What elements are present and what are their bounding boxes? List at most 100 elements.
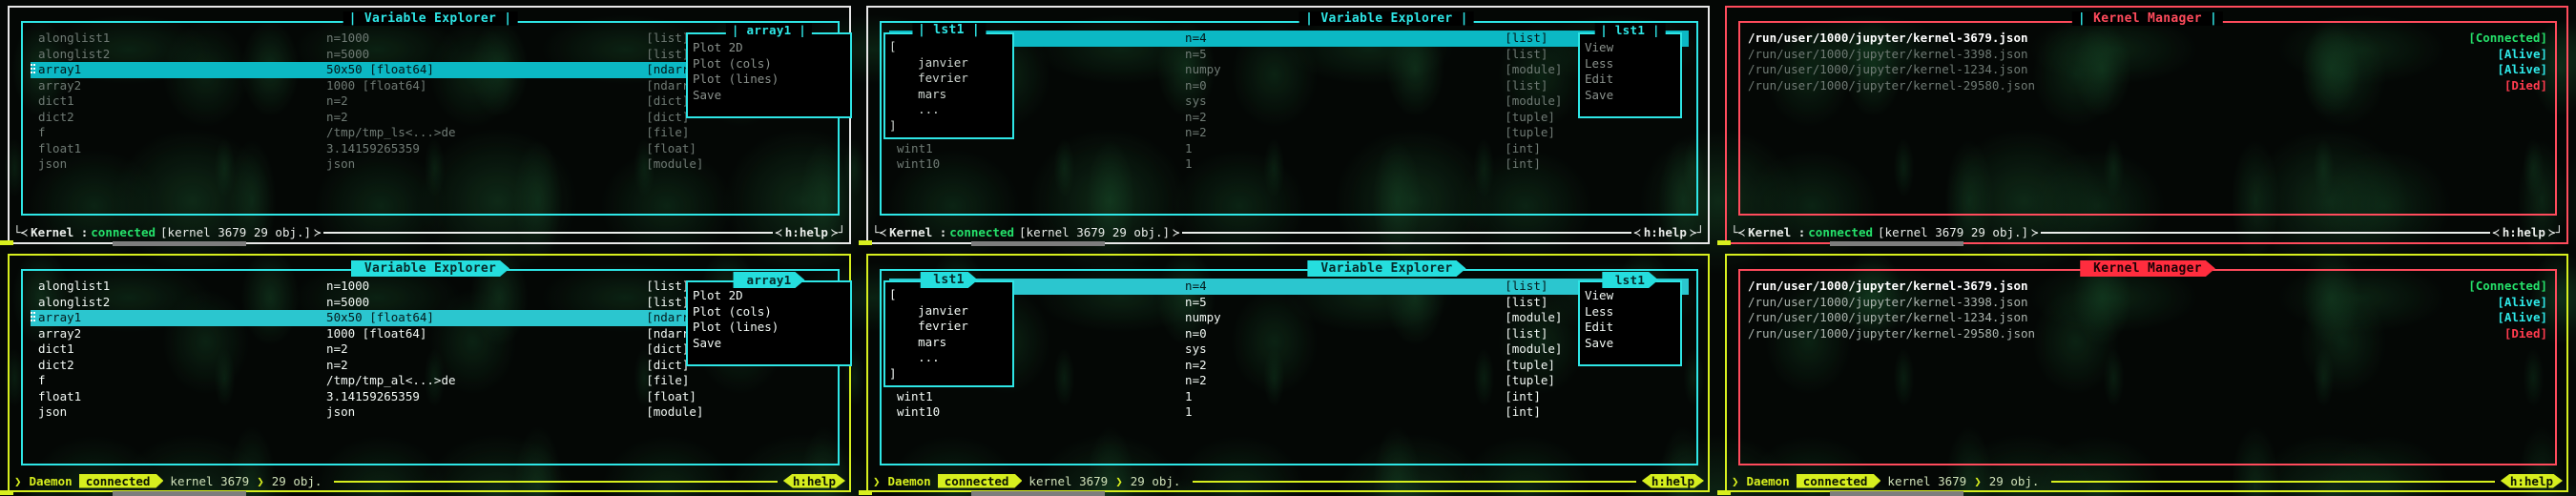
status-help-button[interactable]: h:help bbox=[2500, 225, 2548, 239]
taskbar-sliver bbox=[971, 241, 1105, 246]
menu-item-save[interactable]: Save bbox=[690, 88, 848, 104]
menu-item-less[interactable]: Less bbox=[1582, 304, 1678, 320]
status-arrow-icon-2: ❯ bbox=[1115, 473, 1123, 488]
status-object-count: 29 obj. bbox=[1130, 473, 1181, 488]
kernel-list: /run/user/1000/jupyter/kernel-3679.json[… bbox=[1748, 31, 2547, 206]
menu-item-plot-lines[interactable]: Plot (lines) bbox=[690, 72, 848, 88]
array1-context-menu[interactable]: | array1 | Plot 2D Plot (cols) Plot (lin… bbox=[686, 23, 852, 118]
menu-item-view[interactable]: View bbox=[1585, 288, 1613, 302]
menu-item-edit[interactable]: Edit bbox=[1582, 72, 1678, 88]
menu-item-plot-lines[interactable]: Plot (lines) bbox=[690, 320, 848, 336]
table-row[interactable]: wint1 1 [int] bbox=[889, 141, 1689, 157]
table-row[interactable]: json json [module] bbox=[31, 404, 830, 421]
status-daemon-state: connected bbox=[1797, 474, 1881, 488]
status-kernel-state: connected bbox=[949, 224, 1015, 239]
kernel-list: /run/user/1000/jupyter/kernel-3679.json[… bbox=[1748, 279, 2547, 456]
preview-line: janvier bbox=[889, 54, 968, 70]
menu-item-save[interactable]: Save bbox=[1582, 336, 1678, 352]
panel-top-right: | Kernel Manager | /run/user/1000/jupyte… bbox=[1717, 0, 2576, 248]
status-help-button[interactable]: h:help bbox=[783, 474, 845, 488]
status-kernel-label: Kernel : bbox=[31, 224, 89, 239]
status-help-button[interactable]: h:help bbox=[1642, 474, 1704, 488]
status-rule bbox=[334, 481, 778, 483]
preview-line: mars bbox=[889, 334, 947, 349]
table-row[interactable]: float1 3.14159265359 [float] bbox=[31, 141, 830, 157]
status-kernel-state: connected bbox=[91, 224, 156, 239]
status-help-right-icon: ≻┘ bbox=[830, 224, 845, 239]
status-badge: [Connected] bbox=[2468, 31, 2547, 45]
taskbar-sliver bbox=[1830, 491, 1963, 496]
variable-explorer-box: Variable Explorer alonglist1 n=1000 [list]… bbox=[21, 269, 852, 465]
kernel-row[interactable]: /run/user/1000/jupyter/kernel-29580.json… bbox=[1748, 326, 2547, 342]
kernel-row[interactable]: /run/user/1000/jupyter/kernel-3679.json[… bbox=[1748, 279, 2547, 295]
status-bar: └≺ Kernel : connected [kernel 3679 29 ob… bbox=[1731, 221, 2563, 242]
variable-explorer-title: Variable Explorer bbox=[1307, 260, 1465, 277]
variable-explorer-window-a2: | Variable Explorer | n=4 [list] n=5 [list… bbox=[866, 6, 1710, 244]
kernel-row[interactable]: /run/user/1000/jupyter/kernel-3679.json[… bbox=[1748, 31, 2547, 47]
status-badge: [Died] bbox=[2503, 325, 2547, 341]
status-help-left-icon: ≺ bbox=[1633, 224, 1641, 239]
menu-item-plot-cols[interactable]: Plot (cols) bbox=[690, 56, 848, 72]
status-rule bbox=[1181, 232, 1632, 234]
kernel-row[interactable]: /run/user/1000/jupyter/kernel-1234.json[… bbox=[1748, 310, 2547, 326]
taskbar-sliver bbox=[971, 491, 1105, 496]
kernel-manager-window-a: | Kernel Manager | /run/user/1000/jupyte… bbox=[1725, 6, 2568, 244]
menu-item-view[interactable]: View bbox=[1585, 40, 1613, 54]
kernel-manager-title: | Kernel Manager | bbox=[2071, 11, 2224, 26]
lst1-preview-title: lst1 bbox=[920, 272, 978, 288]
array1-menu-title: array1 bbox=[734, 272, 805, 288]
kernel-row[interactable]: /run/user/1000/jupyter/kernel-29580.json… bbox=[1748, 78, 2547, 94]
status-arrow-icon: ≻ bbox=[1173, 224, 1180, 239]
lst1-context-menu[interactable]: | lst1 | View Less Edit Save bbox=[1578, 23, 1682, 118]
array1-menu-title: | array1 | bbox=[725, 23, 813, 37]
menu-item-save[interactable]: Save bbox=[690, 336, 848, 352]
panel-bottom-right: Kernel Manager /run/user/1000/jupyter/ke… bbox=[1717, 248, 2576, 496]
status-badge: [Alive] bbox=[2497, 46, 2547, 61]
status-object-count: 29 obj. bbox=[1988, 473, 2040, 488]
menu-item-plot-2d[interactable]: Plot 2D bbox=[693, 40, 743, 54]
status-help-button[interactable]: h:help bbox=[782, 225, 831, 239]
array1-context-menu[interactable]: array1 Plot 2D Plot (cols) Plot (lines) … bbox=[686, 280, 852, 366]
status-help-right-icon: ≻┘ bbox=[1689, 224, 1704, 239]
menu-item-plot-cols[interactable]: Plot (cols) bbox=[693, 304, 772, 319]
menu-item-save[interactable]: Save bbox=[1582, 88, 1678, 104]
menu-item-edit[interactable]: Edit bbox=[1582, 320, 1678, 336]
status-badge: [Alive] bbox=[2497, 294, 2547, 309]
screenshot-root: | Variable Explorer | alonglist1 n=1000 [l… bbox=[0, 0, 2576, 496]
preview-line: mars bbox=[889, 86, 947, 101]
variable-explorer-title: | Variable Explorer | bbox=[1299, 11, 1474, 26]
kernel-row[interactable]: /run/user/1000/jupyter/kernel-1234.json[… bbox=[1748, 62, 2547, 78]
table-row[interactable]: wint10 1 [int] bbox=[889, 404, 1689, 421]
table-row[interactable]: float1 3.14159265359 [float] bbox=[31, 389, 830, 405]
status-help-button[interactable]: h:help bbox=[2501, 474, 2563, 488]
preview-line: ] bbox=[889, 117, 897, 133]
table-row[interactable]: json json [module] bbox=[31, 156, 830, 173]
status-kernel-id: kernel 3679 bbox=[1887, 473, 1967, 488]
status-bar: ❯ Daemon connected kernel 3679 ❯ 29 obj.… bbox=[1731, 469, 2563, 492]
preview-line: fevrier bbox=[889, 71, 968, 85]
window-content: Variable Explorer n=4 [list] n=5 [list] nu… bbox=[880, 269, 1698, 465]
table-row[interactable]: f/tmp/tmp_al<...>de [file] bbox=[31, 373, 830, 389]
variable-explorer-window-a: | Variable Explorer | alonglist1 n=1000 [l… bbox=[8, 6, 852, 244]
kernel-row[interactable]: /run/user/1000/jupyter/kernel-3398.json[… bbox=[1748, 295, 2547, 311]
table-row[interactable]: wint10 1 [int] bbox=[889, 156, 1689, 173]
preview-line: ... bbox=[889, 350, 940, 364]
lst1-value-preview: lst1 [ janvier fevrier mars ... ] bbox=[883, 280, 1014, 387]
status-left-corner: └≺ bbox=[872, 224, 887, 239]
kernel-manager-title: Kernel Manager bbox=[2080, 260, 2215, 277]
taskbar-sliver bbox=[0, 490, 13, 495]
lst1-context-menu[interactable]: lst1 View Less Edit Save bbox=[1578, 280, 1682, 366]
status-rule bbox=[2040, 232, 2491, 234]
table-row[interactable]: f/tmp/tmp_ls<...>de [file] bbox=[31, 125, 830, 141]
kernel-row[interactable]: /run/user/1000/jupyter/kernel-3398.json[… bbox=[1748, 47, 2547, 63]
selection-marker-icon bbox=[31, 64, 35, 75]
status-bar: └≺ Kernel : connected [kernel 3679 29 ob… bbox=[872, 221, 1704, 242]
status-kernel-detail: [kernel 3679 29 obj.] bbox=[1878, 224, 2029, 239]
variable-explorer-title: | Variable Explorer | bbox=[343, 11, 518, 26]
status-help-button[interactable]: h:help bbox=[1641, 225, 1690, 239]
menu-item-plot-2d[interactable]: Plot 2D bbox=[690, 288, 848, 304]
window-content: Kernel Manager /run/user/1000/jupyter/ke… bbox=[1738, 269, 2557, 465]
menu-item-less[interactable]: Less bbox=[1582, 56, 1678, 72]
window-content: | Kernel Manager | /run/user/1000/jupyte… bbox=[1738, 11, 2557, 216]
table-row[interactable]: wint1 1 [int] bbox=[889, 389, 1689, 405]
